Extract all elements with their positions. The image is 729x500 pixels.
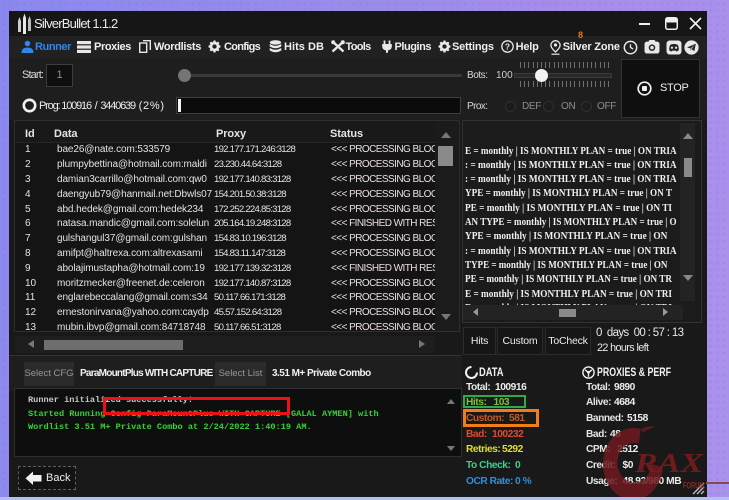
- svg-text:?: ?: [505, 41, 510, 51]
